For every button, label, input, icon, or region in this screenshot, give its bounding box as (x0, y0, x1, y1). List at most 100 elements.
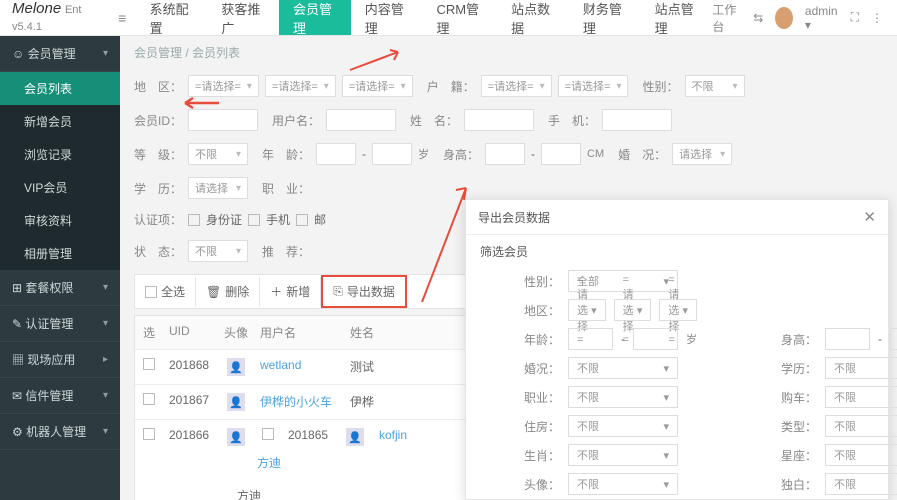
status-select[interactable]: 不限▾ (188, 240, 248, 262)
marriage-label: 婚 况： (618, 146, 666, 163)
name-label: 姓 名： (410, 112, 458, 129)
add-button[interactable]: ＋ 新增 (260, 277, 321, 306)
edu-select[interactable]: 请选择▾ (188, 177, 248, 199)
modal-region-1[interactable]: =请选择=▾ (568, 299, 606, 321)
nav-system[interactable]: 系统配置 (136, 0, 208, 35)
modal-region-2[interactable]: =请选择=▾ (614, 299, 652, 321)
modal-job-select[interactable]: 不限▾ (568, 386, 678, 408)
username-input[interactable] (326, 109, 396, 131)
workbench-link[interactable]: 工作台 (712, 1, 741, 35)
modal-section-title: 筛选会员 (466, 235, 888, 264)
nav-sitemgr[interactable]: 站点管理 (641, 0, 713, 35)
sidebar-item-album[interactable]: 相册管理 (0, 237, 120, 270)
region-select-2[interactable]: =请选择=▾ (265, 75, 336, 97)
sidebar-group-cert[interactable]: ✎ 认证管理 (0, 306, 120, 342)
delete-button[interactable]: 🗑 删除 (196, 277, 260, 306)
breadcrumb: 会员管理 / 会员列表 (120, 36, 897, 69)
sidebar-group-robot[interactable]: ⚙ 机器人管理 (0, 414, 120, 450)
topbar: Melone Ent v5.4.1 ≡ 系统配置 获客推广 会员管理 内容管理 … (0, 0, 897, 36)
username[interactable]: admin ▾ (805, 4, 839, 32)
user-link[interactable]: kofjin (373, 420, 463, 500)
modal-single-select[interactable]: 不限▾ (825, 473, 897, 495)
sidebar-group-members[interactable]: ☺ 会员管理 (0, 36, 120, 72)
cert-mail-checkbox[interactable] (296, 214, 308, 226)
height-to-input[interactable] (541, 143, 581, 165)
region-label: 地 区： (134, 78, 182, 95)
more-icon[interactable]: ⋮ (871, 11, 883, 25)
modal-region-3[interactable]: =请选择=▾ (659, 299, 697, 321)
gender-select[interactable]: 不限▾ (685, 75, 745, 97)
modal-height-to[interactable] (890, 328, 897, 350)
sidebar-sub-members: 会员列表 新增会员 浏览记录 VIP会员 审核资料 相册管理 (0, 72, 120, 270)
modal-house-select[interactable]: 不限▾ (568, 415, 678, 437)
avatar-icon: 👤 (346, 428, 364, 446)
sidebar-item-vip[interactable]: VIP会员 (0, 171, 120, 204)
recommend-label: 推 荐： (262, 243, 310, 260)
cert-phone-checkbox[interactable] (248, 214, 260, 226)
nav-content[interactable]: 内容管理 (351, 0, 423, 35)
sidebar-item-add-member[interactable]: 新增会员 (0, 105, 120, 138)
height-label: 身高： (443, 146, 479, 163)
filter-row-2: 会员ID： 用户名： 姓 名： 手 机： (120, 103, 897, 137)
notify-icon[interactable]: ⇆ (753, 11, 763, 25)
filter-row-3: 等 级：不限▾ 年 龄： - 岁 身高： - CM 婚 况：请选择▾ (120, 137, 897, 171)
status-label: 状 态： (134, 243, 182, 260)
sidebar-group-plan[interactable]: ⊞ 套餐权限 (0, 270, 120, 306)
sidebar-group-onsite[interactable]: ▦ 现场应用 (0, 342, 120, 378)
modal-age-to[interactable] (633, 328, 678, 350)
sidebar-group-mail[interactable]: ✉ 信件管理 (0, 378, 120, 414)
modal-edu-select[interactable]: 不限▾ (825, 357, 897, 379)
modal-marriage-select[interactable]: 不限▾ (568, 357, 678, 379)
top-right: 工作台 ⇆ admin ▾ ⛶ ⋮ (712, 1, 897, 35)
level-select[interactable]: 不限▾ (188, 143, 248, 165)
modal-height-from[interactable] (825, 328, 870, 350)
row-checkbox[interactable] (143, 393, 155, 405)
export-button[interactable]: ⎘ 导出数据 (321, 275, 407, 308)
main: 会员管理 / 会员列表 地 区： =请选择=▾ =请选择=▾ =请选择=▾ 户 … (120, 36, 897, 500)
fullscreen-icon[interactable]: ⛶ (851, 10, 859, 25)
job-label: 职 业： (262, 180, 310, 197)
region-select-3[interactable]: =请选择=▾ (342, 75, 413, 97)
uid-input[interactable] (188, 109, 258, 131)
level-label: 等 级： (134, 146, 182, 163)
modal-zodiac-select[interactable]: 不限▾ (568, 444, 678, 466)
avatar[interactable] (775, 7, 793, 29)
select-all-button[interactable]: 全选 (135, 277, 196, 306)
row-checkbox[interactable] (143, 358, 155, 370)
modal-age-from[interactable] (568, 328, 613, 350)
age-from-input[interactable] (316, 143, 356, 165)
huji-select-2[interactable]: =请选择=▾ (558, 75, 629, 97)
height-from-input[interactable] (485, 143, 525, 165)
nav-finance[interactable]: 财务管理 (569, 0, 641, 35)
modal-star-select[interactable]: 不限▾ (825, 444, 897, 466)
marriage-select[interactable]: 请选择▾ (672, 143, 732, 165)
modal-type-select[interactable]: 不限▾ (825, 415, 897, 437)
nav-crm[interactable]: CRM管理 (422, 0, 497, 35)
close-icon[interactable]: ✕ (863, 208, 876, 226)
row-checkbox[interactable] (262, 428, 274, 440)
edu-label: 学 历： (134, 180, 182, 197)
sidebar-item-member-list[interactable]: 会员列表 (0, 72, 120, 105)
export-modal: 导出会员数据 ✕ 筛选会员 性别：全部▾ 地区： =请选择=▾ =请选择=▾ =… (465, 199, 889, 500)
age-to-input[interactable] (372, 143, 412, 165)
nav-sitedata[interactable]: 站点数据 (497, 0, 569, 35)
huji-label: 户 籍： (427, 78, 475, 95)
sidebar-item-audit[interactable]: 审核资料 (0, 204, 120, 237)
nav-marketing[interactable]: 获客推广 (207, 0, 279, 35)
phone-input[interactable] (602, 109, 672, 131)
modal-header: 导出会员数据 ✕ (466, 200, 888, 235)
region-select-1[interactable]: =请选择=▾ (188, 75, 259, 97)
nav-members[interactable]: 会员管理 (279, 0, 351, 35)
huji-select-1[interactable]: =请选择=▾ (481, 75, 552, 97)
cert-label: 认证项： (134, 211, 182, 228)
name-input[interactable] (464, 109, 534, 131)
menu-toggle-icon[interactable]: ≡ (109, 10, 136, 26)
row-checkbox[interactable] (143, 428, 155, 440)
cert-id-checkbox[interactable] (188, 214, 200, 226)
modal-car-select[interactable]: 不限▾ (825, 386, 897, 408)
sidebar-item-browse-log[interactable]: 浏览记录 (0, 138, 120, 171)
modal-avatar-select[interactable]: 不限▾ (568, 473, 678, 495)
avatar-icon: 👤 (227, 358, 245, 376)
user-link[interactable]: 伊桦的小火车 (254, 385, 344, 419)
user-link[interactable]: wetland (254, 350, 344, 384)
